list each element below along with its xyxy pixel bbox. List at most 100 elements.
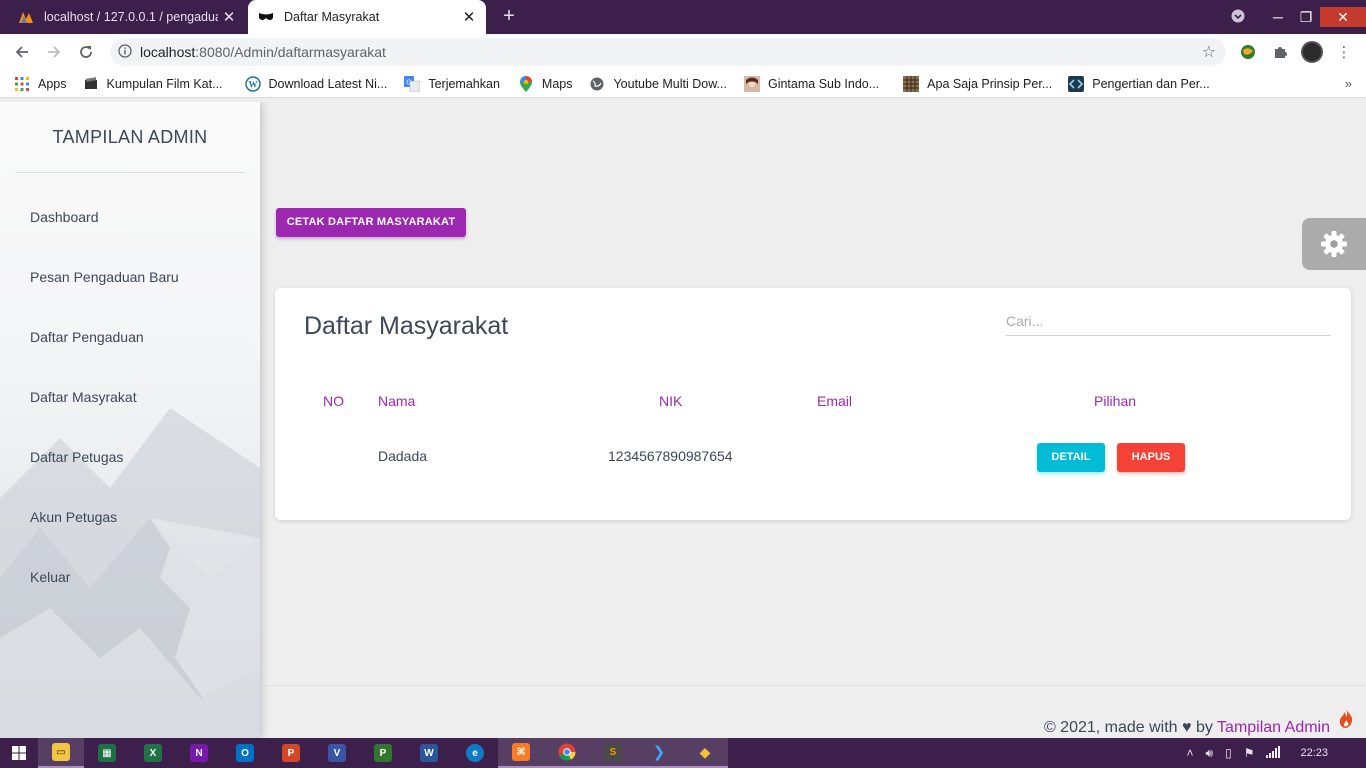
delete-button[interactable]: HAPUS: [1117, 443, 1185, 472]
system-tray: ˄ 🔊︎ ▯ ⚑ 22:23: [1181, 738, 1366, 768]
new-tab-button[interactable]: +: [498, 5, 520, 27]
bookmark-label: Download Latest Ni...: [268, 76, 388, 91]
sidebar-item-keluar[interactable]: Keluar: [0, 547, 260, 607]
sidebar-item-daftar-petugas[interactable]: Daftar Petugas: [0, 427, 260, 487]
column-header-nama: Nama: [378, 393, 416, 409]
maps-icon: [518, 75, 534, 92]
forward-arrow-icon[interactable]: [38, 36, 70, 68]
footer-by: by: [1195, 719, 1213, 736]
project-icon[interactable]: P: [360, 738, 406, 768]
bookmark-apa-saja-prinsip[interactable]: Apa Saja Prinsip Per...: [903, 75, 1053, 92]
sublime-text-icon[interactable]: S: [590, 738, 636, 768]
onenote-icon[interactable]: N: [176, 738, 222, 768]
bookmark-star-icon[interactable]: ☆: [1202, 42, 1216, 62]
sidebar-item-akun-petugas[interactable]: Akun Petugas: [0, 487, 260, 547]
bookmark-label: Terjemahkan: [428, 76, 500, 91]
search-input[interactable]: [1006, 306, 1331, 336]
sidebar-nav: Dashboard Pesan Pengaduan Baru Daftar Pe…: [0, 187, 260, 607]
sidebar-brand[interactable]: TAMPILAN ADMIN: [15, 102, 245, 173]
address-bar[interactable]: localhost:8080/Admin/daftarmasyarakat ☆: [110, 38, 1226, 66]
bookmark-terjemahkan[interactable]: G Terjemahkan: [404, 75, 500, 92]
bookmark-gintama[interactable]: Gintama Sub Indo...: [743, 75, 880, 92]
chrome-icon[interactable]: [544, 738, 590, 768]
info-icon[interactable]: [110, 43, 140, 61]
file-explorer-icon[interactable]: ▭: [38, 738, 84, 768]
powerpoint-icon[interactable]: P: [268, 738, 314, 768]
excel-app-icon[interactable]: ▦: [84, 738, 130, 768]
bookmark-maps[interactable]: Maps: [518, 75, 573, 92]
windows-start-icon[interactable]: [0, 738, 38, 768]
apps-grid-icon: [14, 76, 30, 92]
windows-taskbar: ▭ ▦ X N O P V P W e ⌘ S ❯ ◆ ˄ 🔊︎ ▯ ⚑ 22:…: [0, 738, 1366, 768]
flag-icon[interactable]: ⚑: [1244, 746, 1255, 760]
tab-daftar-masyrakat[interactable]: Daftar Masyrakat ✕: [248, 0, 486, 34]
film-icon: [83, 76, 99, 92]
battery-icon[interactable]: ▯: [1225, 746, 1232, 760]
bookmark-label: Apa Saja Prinsip Per...: [927, 76, 1053, 91]
back-arrow-icon[interactable]: [6, 36, 38, 68]
profile-avatar[interactable]: [1296, 36, 1328, 68]
masyarakat-card: Daftar Masyarakat NO Nama NIK Email Pili…: [275, 288, 1351, 520]
outlook-icon[interactable]: O: [222, 738, 268, 768]
bookmark-label: Apps: [38, 76, 67, 91]
chevron-up-icon[interactable]: ˄: [1187, 746, 1194, 760]
bookmarks-bar: Apps Kumpulan Film Kat... W Download Lat…: [0, 70, 1366, 98]
column-header-nik: NIK: [659, 393, 683, 409]
footer-link[interactable]: Tampilan Admin: [1217, 719, 1330, 736]
column-header-no: NO: [323, 393, 344, 409]
close-icon[interactable]: ✕: [458, 8, 480, 26]
minimize-icon[interactable]: ─: [1264, 7, 1292, 27]
footer-divider: [260, 685, 1366, 686]
phpmyadmin-icon: [18, 9, 34, 25]
sidebar-item-daftar-masyarakat[interactable]: Daftar Masyrakat: [0, 367, 260, 427]
vscode-icon[interactable]: ❯: [636, 738, 682, 768]
svg-text:W: W: [248, 79, 257, 89]
tab-search-icon[interactable]: [1224, 9, 1252, 26]
word-icon[interactable]: W: [406, 738, 452, 768]
bookmark-pengertian[interactable]: Pengertian dan Per...: [1068, 75, 1210, 92]
globe-icon: [589, 76, 605, 92]
bookmark-download-latest[interactable]: W Download Latest Ni...: [244, 75, 388, 92]
reload-icon[interactable]: [70, 36, 102, 68]
chevron-double-right-icon[interactable]: »: [1345, 76, 1352, 91]
fire-icon[interactable]: [1338, 708, 1354, 733]
anime-icon: [743, 75, 760, 92]
sidebar: TAMPILAN ADMIN Dashboard Pesan Pengaduan…: [0, 102, 260, 738]
restore-icon[interactable]: ❐: [1292, 7, 1320, 27]
admin-page: TAMPILAN ADMIN Dashboard Pesan Pengaduan…: [0, 102, 1366, 738]
gear-icon: [1321, 231, 1347, 257]
xampp-icon[interactable]: ⌘: [498, 738, 544, 768]
edge-icon[interactable]: e: [452, 738, 498, 768]
extensions-puzzle-icon[interactable]: [1264, 36, 1296, 68]
taskbar-clock[interactable]: 22:23: [1300, 747, 1328, 759]
bookmark-apps[interactable]: Apps: [14, 76, 67, 92]
detail-button[interactable]: DETAIL: [1037, 443, 1105, 472]
sidebar-item-dashboard[interactable]: Dashboard: [0, 187, 260, 247]
close-icon[interactable]: ✕: [218, 8, 240, 26]
column-header-pilihan: Pilihan: [1094, 393, 1137, 409]
visio-icon[interactable]: V: [314, 738, 360, 768]
extension-globe-icon[interactable]: [1232, 36, 1264, 68]
git-kraken-icon[interactable]: ◆: [682, 738, 728, 768]
bookmark-label: Maps: [541, 76, 573, 91]
cell-nama: Dadada: [378, 448, 428, 464]
browser-titlebar: localhost / 127.0.0.1 / pengaduan ✕ Daft…: [0, 0, 1366, 34]
excel-icon[interactable]: X: [130, 738, 176, 768]
print-list-button[interactable]: CETAK DAFTAR MASYARAKAT: [276, 208, 466, 237]
mask-icon: [258, 9, 274, 25]
window-close-icon[interactable]: ✕: [1320, 7, 1366, 27]
footer-text: © 2021, made with: [1043, 719, 1178, 736]
browser-toolbar: localhost:8080/Admin/daftarmasyarakat ☆ …: [0, 34, 1366, 70]
settings-gear-button[interactable]: [1302, 218, 1366, 270]
tab-phpmyadmin[interactable]: localhost / 127.0.0.1 / pengaduan ✕: [8, 0, 246, 34]
sidebar-item-pesan-pengaduan-baru[interactable]: Pesan Pengaduan Baru: [0, 247, 260, 307]
bookmark-label: Gintama Sub Indo...: [767, 76, 880, 91]
bookmark-youtube-multi[interactable]: Youtube Multi Dow...: [589, 76, 727, 92]
url-host: localhost: [140, 44, 196, 60]
menu-kebab-icon[interactable]: ⋮: [1328, 36, 1360, 68]
bookmark-kumpulan-film[interactable]: Kumpulan Film Kat...: [83, 76, 223, 92]
bookmark-label: Pengertian dan Per...: [1092, 76, 1210, 91]
network-signal-icon[interactable]: [1266, 745, 1281, 761]
sidebar-item-daftar-pengaduan[interactable]: Daftar Pengaduan: [0, 307, 260, 367]
volume-icon[interactable]: 🔊︎: [1206, 746, 1214, 761]
